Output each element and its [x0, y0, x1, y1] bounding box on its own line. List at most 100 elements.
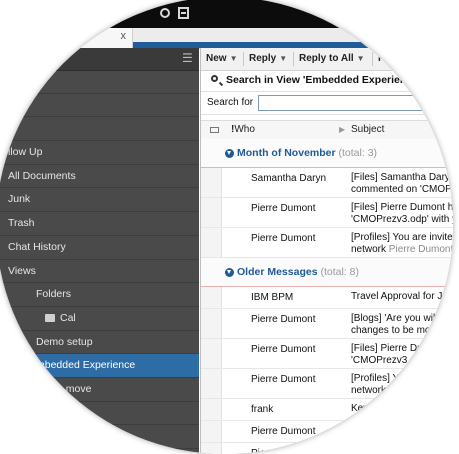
- subject-continuation: changes to be more ': [351, 325, 445, 336]
- toolbar-divider: [293, 52, 294, 66]
- sidebar-item[interactable]: Chat History: [0, 236, 199, 260]
- subject-continuation: 'CMOPrezv3.odp': [351, 355, 429, 366]
- sidebar-item[interactable]: llow Up: [0, 141, 199, 165]
- message-sender: Pierre Dumont: [251, 374, 316, 385]
- collapse-icon[interactable]: [225, 268, 234, 277]
- group-header[interactable]: Month of November (total: 3): [201, 139, 453, 168]
- group-label: Month of November (total: 3): [237, 139, 377, 167]
- subject-continuation: network: [351, 244, 387, 255]
- message-row[interactable]: IBM BPM Travel Approval for Jasm: [201, 287, 453, 309]
- who-column-header[interactable]: !Who: [231, 121, 255, 139]
- sidebar-item[interactable]: All Documents: [0, 165, 199, 189]
- sidebar-item[interactable]: Demo setup: [0, 331, 199, 355]
- sidebar-item-label: llow Up: [8, 146, 43, 159]
- subject-preview: network Pie: [351, 385, 453, 397]
- message-subject: [Files] Samantha Daryn commented on 'CMOP…: [351, 172, 453, 196]
- message-sender: frank: [251, 404, 274, 415]
- sidebar-item[interactable]: mbedded Experience: [0, 354, 199, 378]
- sidebar-item[interactable]: [0, 94, 199, 118]
- sidebar-item-label: Junk: [8, 193, 31, 206]
- action-toolbar: New ▼ Reply ▼ Reply to All ▼ For: [201, 48, 453, 71]
- sidebar-item[interactable]: t: [0, 117, 199, 142]
- message-sender: IBM BPM: [251, 292, 294, 303]
- subject-line: [Files] Pierre Dumo: [351, 343, 437, 354]
- new-button[interactable]: New ▼: [206, 48, 237, 70]
- tab-strip: x: [0, 28, 453, 49]
- app-window: x ☰ t llow Up All Documents Junk Trash Chat H…: [0, 0, 453, 454]
- browser-tab[interactable]: x: [0, 28, 133, 48]
- sidebar-item[interactable]: Trash: [0, 212, 199, 236]
- search-bar: Search for: [201, 91, 453, 115]
- chevron-down-icon: ▼: [229, 54, 238, 63]
- hamburger-icon[interactable]: ☰: [182, 52, 193, 64]
- sidebar-item[interactable]: ation: [0, 402, 199, 426]
- toolbar-divider: [372, 52, 373, 66]
- sidebar-item[interactable]: der to move: [0, 378, 199, 402]
- message-subject: [Files] Pierre Dumo 'CMOPrezv3.odp': [351, 343, 453, 367]
- message-row[interactable]: Pierre Dumont [Profiles] You network Pie: [201, 369, 453, 399]
- tab-close-icon[interactable]: x: [121, 30, 127, 42]
- sidebar-item-label: mbedded Experience: [36, 359, 136, 372]
- message-sender: Pierre Dumont: [251, 314, 316, 325]
- group-header[interactable]: Older Messages (total: 8): [201, 258, 453, 287]
- group-title: Older Messages: [237, 266, 318, 278]
- sidebar-item-label: Chat History: [8, 240, 66, 253]
- globe-icon[interactable]: [160, 8, 170, 18]
- sidebar-item-label: Trash: [8, 217, 35, 230]
- message-row[interactable]: Samantha Daryn [Files] Samantha Daryn comm…: [201, 168, 453, 198]
- subject-continuation: 'CMOPrezv3.odp' with you: [351, 214, 453, 225]
- subject-line: Key Fa: [351, 403, 383, 414]
- sidebar-item[interactable]: [0, 425, 199, 449]
- reply-button[interactable]: Reply ▼: [249, 48, 287, 70]
- folder-icon: [45, 313, 55, 322]
- group-title: Month of November: [237, 147, 336, 159]
- subject-preview: commented on 'CMOPrez: [351, 184, 453, 196]
- reply-all-button-label: Reply to All: [299, 53, 354, 64]
- message-subject: [: [351, 425, 453, 437]
- chevron-down-icon: ▼: [356, 54, 365, 63]
- sidebar-nav: t llow Up All Documents Junk Trash Chat Histo…: [0, 70, 199, 449]
- chevron-down-icon: ▼: [279, 54, 288, 63]
- subject-column-header[interactable]: Subject: [351, 121, 384, 139]
- message-subject: Travel Approval for Jasm: [351, 291, 453, 303]
- sidebar-item[interactable]: Folders: [0, 283, 199, 307]
- subject-continuation: commented on 'CMOPrez: [351, 184, 453, 195]
- message-row[interactable]: Pierre Dumont [Profiles] You are invited …: [201, 228, 453, 258]
- collapse-icon[interactable]: [225, 149, 234, 158]
- message-row[interactable]: Pierre Dumont [Files] Pierre Dumont has 'C…: [201, 198, 453, 228]
- search-in-view[interactable]: Search in View 'Embedded Experience: [201, 70, 453, 90]
- message-row[interactable]: Pierre Dumont [Files] Pierre Dumo 'CMOPrez…: [201, 339, 453, 369]
- envelope-icon[interactable]: [210, 127, 219, 133]
- message-sender: Pierre Dumont: [251, 233, 316, 244]
- message-row[interactable]: frank Key Fa: [201, 399, 453, 421]
- reply-all-button[interactable]: Reply to All ▼: [299, 48, 365, 70]
- message-row[interactable]: Pierre Dumont [: [201, 421, 453, 443]
- sidebar-item[interactable]: Cal: [0, 307, 199, 331]
- search-input[interactable]: [258, 95, 453, 111]
- message-sender: Pierre Dumont: [251, 203, 316, 214]
- message-subject: [Files] Pierre Dumont has 'CMOPrezv3.odp'…: [351, 202, 453, 226]
- search-for-label: Search for: [207, 97, 254, 108]
- subject-line: [Profiles] You: [351, 373, 410, 384]
- group-count: (total: 3): [338, 147, 378, 159]
- search-icon: [211, 75, 218, 82]
- sidebar-item[interactable]: [0, 70, 199, 94]
- message-subject: [Profiles] You are invited tonetwork Pie…: [351, 232, 453, 256]
- column-header: !Who ▶ Subject: [201, 120, 453, 140]
- message-row[interactable]: Pierre D: [201, 443, 453, 454]
- sidebar-item[interactable]: Views: [0, 260, 199, 284]
- window-icon[interactable]: [178, 7, 189, 19]
- subject-preview: 'CMOPrezv3.odp' with you: [351, 214, 453, 226]
- new-button-label: New: [206, 53, 227, 64]
- sidebar-item[interactable]: Junk: [0, 188, 199, 213]
- forward-button[interactable]: For: [378, 48, 394, 70]
- message-sender: Pierre D: [251, 448, 288, 454]
- who-column-label: Who: [234, 124, 255, 135]
- group-count: (total: 8): [320, 266, 359, 278]
- magnifier-lens: x ☰ t llow Up All Documents Junk Trash Chat H…: [0, 0, 453, 454]
- subject-line: [Files] Pierre Dumont has: [351, 202, 453, 213]
- message-row[interactable]: Pierre Dumont [Blogs] 'Are you willing cha…: [201, 309, 453, 339]
- message-snippet: Pierre Dumont ha: [388, 244, 453, 255]
- sidebar: ☰ t llow Up All Documents Junk Trash Chat His…: [0, 48, 199, 454]
- subject-line: [Files] Samantha Daryn: [351, 172, 453, 183]
